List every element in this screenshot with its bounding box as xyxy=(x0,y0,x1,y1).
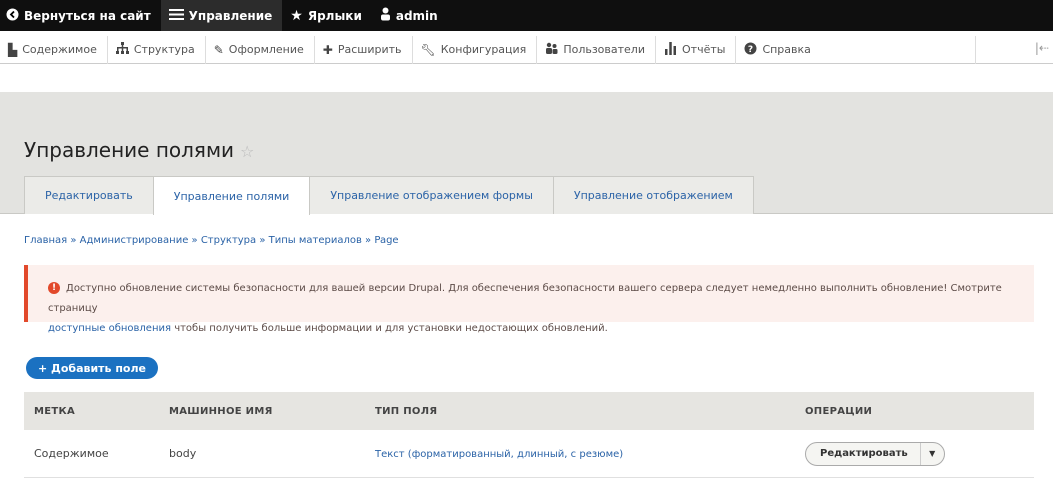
tray-item-label: Пользователи xyxy=(563,43,645,56)
warning-text-line1: Доступно обновление системы безопасности… xyxy=(48,283,1002,314)
add-field-button[interactable]: + Добавить поле xyxy=(26,357,159,379)
page-header: Управление полями ☆ Редактировать Управле… xyxy=(0,92,1053,215)
tab-manage-form-display[interactable]: Управление отображением формы xyxy=(309,176,554,214)
tray-item-content[interactable]: ▙ Содержимое xyxy=(0,35,108,64)
tray-item-label: Справка xyxy=(762,43,811,56)
column-header-label: МЕТКА xyxy=(34,405,76,417)
people-icon xyxy=(545,42,558,58)
tab-manage-fields[interactable]: Управление полями xyxy=(152,176,311,215)
svg-text:?: ? xyxy=(748,45,753,55)
tray-item-label: Оформление xyxy=(228,43,304,56)
page-title: Управление полями ☆ xyxy=(24,138,254,162)
security-warning-message: ! Доступно обновление системы безопасност… xyxy=(24,265,1034,334)
cell-machine-name: body xyxy=(169,447,197,460)
star-icon: ★ xyxy=(290,7,303,24)
operations-dropbutton: Редактировать ▼ xyxy=(805,441,945,466)
breadcrumb[interactable]: Главная » Администрирование » Структура … xyxy=(24,235,399,246)
tab-manage-display[interactable]: Управление отображением xyxy=(552,176,754,214)
tray-item-help[interactable]: ? Справка xyxy=(736,35,977,64)
admin-toolbar: Вернуться на сайт Управление ★ Ярлыки ad… xyxy=(0,0,1053,31)
tray-item-appearance[interactable]: ✎ Оформление xyxy=(206,35,315,64)
brush-icon: ✎ xyxy=(213,42,224,57)
back-to-site-link[interactable]: Вернуться на сайт xyxy=(0,0,161,31)
shortcuts-tab[interactable]: ★ Ярлыки xyxy=(282,0,372,31)
back-arrow-icon xyxy=(6,8,19,24)
column-header-machine-name: МАШИННОЕ ИМЯ xyxy=(169,405,273,417)
page-title-text: Управление полями xyxy=(24,138,235,162)
tray-item-extend[interactable]: ✚ Расширить xyxy=(315,35,413,64)
column-header-field-type: ТИП ПОЛЯ xyxy=(375,405,438,417)
tray-item-label: Структура xyxy=(133,43,195,56)
column-header-operations: ОПЕРАЦИИ xyxy=(805,405,873,417)
dropdown-toggle-icon[interactable]: ▼ xyxy=(919,442,944,465)
manage-label: Управление xyxy=(188,8,273,23)
admin-menu-tray: ▙ Содержимое Структура ✎ Оформление ✚ Ра… xyxy=(0,35,1053,64)
field-type-link[interactable]: Текст (форматированный, длинный, с резюм… xyxy=(375,449,623,460)
user-label: admin xyxy=(395,8,438,23)
add-shortcut-star-icon[interactable]: ☆ xyxy=(240,142,254,161)
user-tab[interactable]: admin xyxy=(372,0,448,31)
error-icon: ! xyxy=(48,282,60,294)
wrench-icon: 🔧︎ xyxy=(420,42,436,57)
tray-item-label: Отчёты xyxy=(682,43,726,56)
shortcuts-label: Ярлыки xyxy=(307,8,362,23)
tray-item-label: Содержимое xyxy=(22,43,97,56)
tray-item-people[interactable]: Пользователи xyxy=(537,35,656,64)
page-icon: ▙ xyxy=(8,42,18,57)
user-icon xyxy=(380,7,391,24)
help-icon: ? xyxy=(744,42,757,58)
primary-tabs: Редактировать Управление полями Управлен… xyxy=(24,176,754,215)
manage-tab[interactable]: Управление xyxy=(160,0,283,31)
hamburger-icon xyxy=(168,8,184,24)
structure-icon xyxy=(115,41,129,58)
tray-orientation-toggle-icon[interactable]: |⇠ xyxy=(1035,41,1049,55)
puzzle-icon: ✚ xyxy=(322,42,333,57)
tray-item-reports[interactable]: Отчёты xyxy=(656,35,737,64)
tray-item-structure[interactable]: Структура xyxy=(108,35,206,64)
bar-chart-icon xyxy=(664,41,677,58)
available-updates-link[interactable]: доступные обновления xyxy=(48,323,171,334)
cell-field-type: Текст (форматированный, длинный, с резюм… xyxy=(371,447,801,460)
tray-item-label: Расширить xyxy=(337,43,402,56)
cell-operations: Редактировать ▼ xyxy=(801,441,1034,466)
tray-item-configuration[interactable]: 🔧︎ Конфигурация xyxy=(413,35,538,64)
tab-edit[interactable]: Редактировать xyxy=(24,176,154,214)
edit-button[interactable]: Редактировать xyxy=(806,443,920,465)
cell-label: Содержимое xyxy=(34,447,109,460)
tray-item-label: Конфигурация xyxy=(440,43,527,56)
warning-text-line2: чтобы получить больше информации и для у… xyxy=(171,323,608,334)
fields-table: МЕТКА МАШИННОЕ ИМЯ ТИП ПОЛЯ ОПЕРАЦИИ Сод… xyxy=(24,392,1034,478)
table-header: МЕТКА МАШИННОЕ ИМЯ ТИП ПОЛЯ ОПЕРАЦИИ xyxy=(24,392,1034,430)
back-to-site-label: Вернуться на сайт xyxy=(24,8,151,23)
table-row: Содержимое body Текст (форматированный, … xyxy=(24,430,1034,478)
